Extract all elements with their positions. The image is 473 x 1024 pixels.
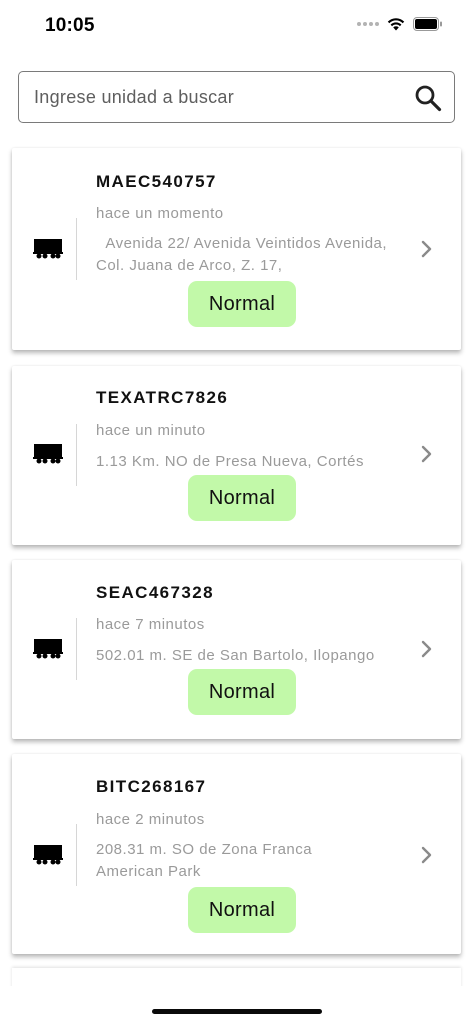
- unit-id: TEXATRC7826: [96, 388, 229, 407]
- last-update-time: hace un momento: [96, 205, 224, 222]
- status-indicators: [357, 17, 443, 31]
- divider: [76, 618, 77, 680]
- chevron-right-icon[interactable]: [421, 846, 433, 864]
- unit-card[interactable]: SEAC467328 hace 7 minutos 502.01 m. SE d…: [12, 560, 461, 739]
- battery-icon: [413, 17, 442, 31]
- bottom-safe-area: [0, 986, 473, 1024]
- cellular-signal-icon: [357, 22, 379, 26]
- status-time: 10:05: [45, 15, 95, 36]
- truck-icon: [33, 239, 63, 259]
- unit-address: 1.13 Km. NO de Presa Nueva, Cortés: [96, 453, 364, 470]
- unit-card[interactable]: BITC268167 hace 2 minutos 208.31 m. SO d…: [12, 754, 461, 954]
- last-update-time: hace un minuto: [96, 422, 206, 439]
- divider: [76, 218, 77, 280]
- home-indicator[interactable]: [152, 1009, 322, 1014]
- search-box: [18, 71, 455, 123]
- unit-card[interactable]: MAEC540757 hace un momento Avenida 22/ A…: [12, 148, 461, 350]
- search-input[interactable]: [34, 72, 404, 122]
- unit-card[interactable]: TEXATRC7826 hace un minuto 1.13 Km. NO d…: [12, 366, 461, 545]
- chevron-right-icon[interactable]: [421, 640, 433, 658]
- last-update-time: hace 2 minutos: [96, 811, 205, 828]
- status-badge: Normal: [188, 669, 296, 715]
- wifi-icon: [387, 18, 405, 31]
- truck-icon: [33, 444, 63, 464]
- chevron-right-icon[interactable]: [421, 445, 433, 463]
- unit-id: SEAC467328: [96, 583, 214, 602]
- status-badge: Normal: [188, 887, 296, 933]
- unit-address: 208.31 m. SO de Zona Franca American Par…: [96, 841, 313, 880]
- unit-id: BITC268167: [96, 777, 207, 796]
- truck-icon: [33, 639, 63, 659]
- unit-address: 502.01 m. SE de San Bartolo, Ilopango: [96, 647, 375, 664]
- chevron-right-icon[interactable]: [421, 240, 433, 258]
- status-bar: 10:05: [0, 0, 473, 52]
- divider: [76, 824, 77, 886]
- status-badge: Normal: [188, 475, 296, 521]
- last-update-time: hace 7 minutos: [96, 616, 205, 633]
- divider: [76, 424, 77, 486]
- search-icon[interactable]: [414, 84, 442, 112]
- status-badge: Normal: [188, 281, 296, 327]
- unit-address: Avenida 22/ Avenida Veintidos Avenida, C…: [96, 235, 392, 274]
- unit-id: MAEC540757: [96, 172, 217, 191]
- truck-icon: [33, 845, 63, 865]
